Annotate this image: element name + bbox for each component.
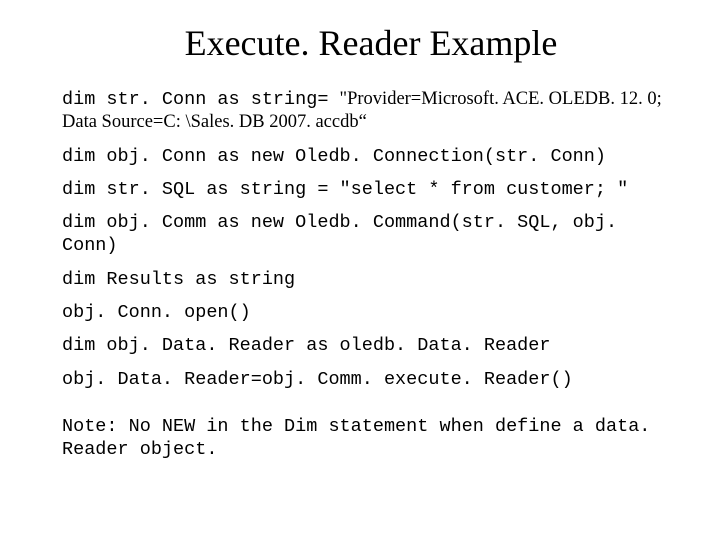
code-line-6: obj. Conn. open(): [62, 301, 680, 324]
code-line-1: dim str. Conn as string= "Provider=Micro…: [62, 88, 680, 135]
code-line-8: obj. Data. Reader=obj. Comm. execute. Re…: [62, 368, 680, 391]
code-line-4: dim obj. Comm as new Oledb. Command(str.…: [62, 211, 680, 258]
slide-title: Execute. Reader Example: [62, 22, 680, 64]
note-line: Note: No NEW in the Dim statement when d…: [62, 415, 680, 462]
code-line-5: dim Results as string: [62, 268, 680, 291]
code-line-3: dim str. SQL as string = "select * from …: [62, 178, 680, 201]
code-text: dim str. Conn as string=: [62, 89, 340, 110]
code-line-2: dim obj. Conn as new Oledb. Connection(s…: [62, 145, 680, 168]
code-line-7: dim obj. Data. Reader as oledb. Data. Re…: [62, 334, 680, 357]
slide: Execute. Reader Example dim str. Conn as…: [0, 0, 720, 462]
